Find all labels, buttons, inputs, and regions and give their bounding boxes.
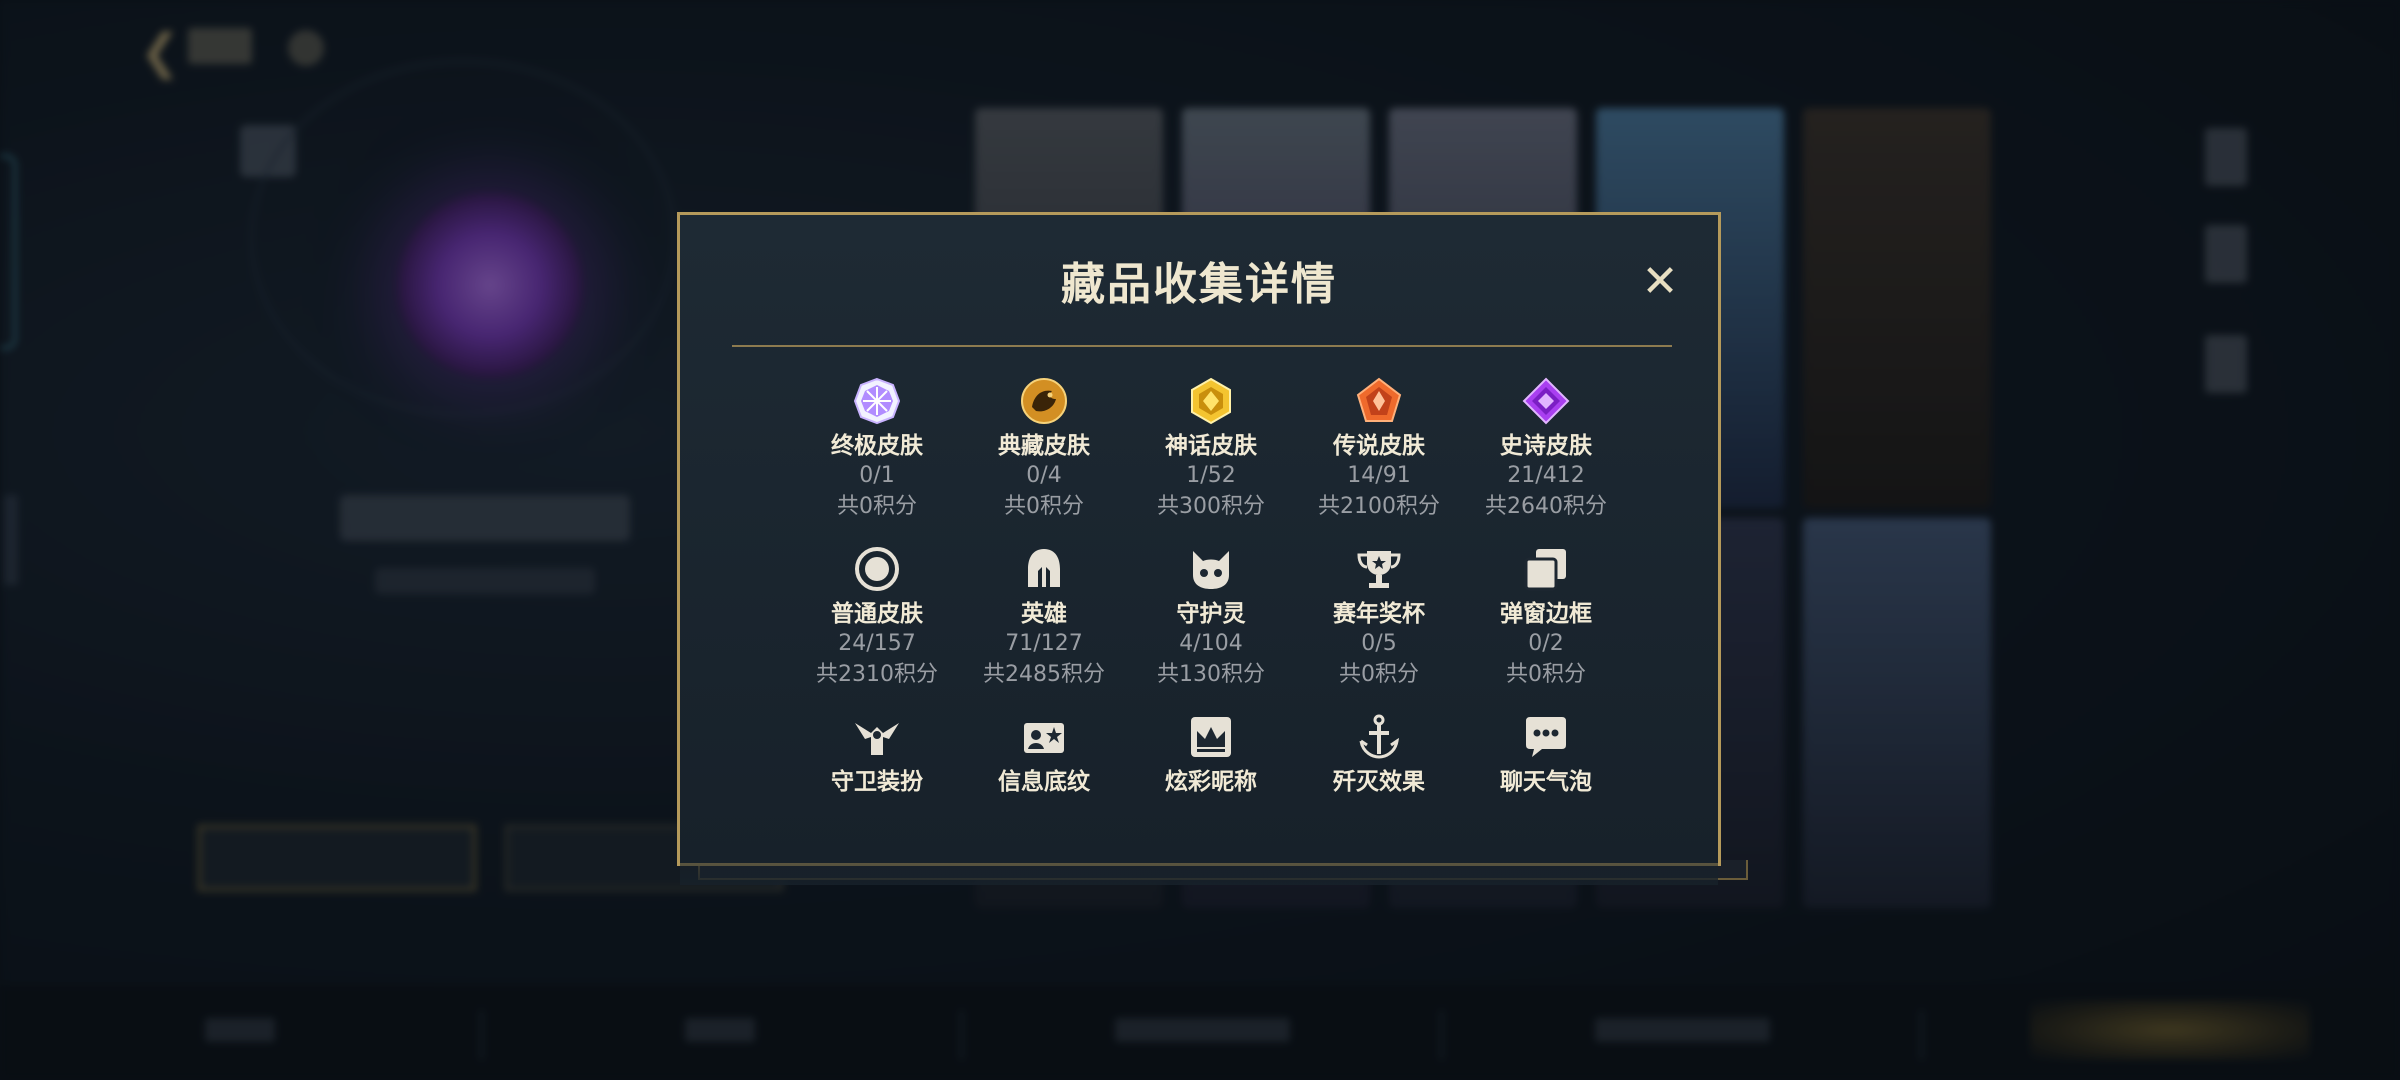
collection-item-count: 14/91: [1347, 463, 1411, 488]
collection-item-points: 共0积分: [837, 494, 917, 519]
collection-item[interactable]: 聊天气泡: [1462, 711, 1630, 797]
collection-item[interactable]: 赛年奖杯 0/5 共0积分: [1295, 543, 1463, 691]
collection-item-points: 共0积分: [1339, 662, 1419, 687]
collection-details-modal: 藏品收集详情 ✕ 终极皮肤 0/1 共0积分 典藏皮肤 0/4 共0积分 神话皮肤 1/52 共…: [677, 212, 1721, 885]
collection-item-points: 共2100积分: [1318, 494, 1440, 519]
collection-item-label: 英雄: [1021, 601, 1067, 627]
normal-skin-icon: [851, 543, 903, 595]
collection-item-points: 共0积分: [1506, 662, 1586, 687]
collection-item[interactable]: 传说皮肤 14/91 共2100积分: [1295, 375, 1463, 523]
guard-outfit-icon: [851, 711, 903, 763]
treasure-skin-icon: [1018, 375, 1070, 427]
scroll-fade: [680, 820, 1718, 885]
epic-skin-icon: [1520, 375, 1572, 427]
collection-item[interactable]: 终极皮肤 0/1 共0积分: [793, 375, 961, 523]
crown-nameplate-icon: [1185, 711, 1237, 763]
collection-item-label: 普通皮肤: [831, 601, 923, 627]
close-button[interactable]: ✕: [1638, 260, 1682, 304]
collection-item-count: 0/2: [1528, 631, 1564, 656]
ultimate-skin-icon: [851, 375, 903, 427]
collection-item-label: 赛年奖杯: [1333, 601, 1425, 627]
collection-item-count: 21/412: [1507, 463, 1585, 488]
collection-item-label: 神话皮肤: [1165, 433, 1257, 459]
chat-bubble-icon: [1520, 711, 1572, 763]
collection-item-count: 0/5: [1361, 631, 1397, 656]
collection-item[interactable]: 典藏皮肤 0/4 共0积分: [960, 375, 1128, 523]
trophy-icon: [1353, 543, 1405, 595]
collection-item-count: 1/52: [1186, 463, 1236, 488]
anchor-effect-icon: [1353, 711, 1405, 763]
collection-item[interactable]: 神话皮肤 1/52 共300积分: [1127, 375, 1295, 523]
collection-item-points: 共300积分: [1157, 494, 1265, 519]
guardian-pet-icon: [1185, 543, 1237, 595]
collection-item-label: 典藏皮肤: [998, 433, 1090, 459]
legendary-skin-icon: [1353, 375, 1405, 427]
collection-item-label: 传说皮肤: [1333, 433, 1425, 459]
collection-item-count: 24/157: [838, 631, 916, 656]
collection-item-label: 守卫装扮: [831, 769, 923, 795]
collection-item-label: 史诗皮肤: [1500, 433, 1592, 459]
collection-item[interactable]: 守卫装扮: [793, 711, 961, 797]
collection-item-points: 共2640积分: [1485, 494, 1607, 519]
title-divider: [732, 345, 1672, 347]
popup-frame-icon: [1520, 543, 1572, 595]
collection-item-label: 歼灭效果: [1333, 769, 1425, 795]
mythic-skin-icon: [1185, 375, 1237, 427]
collection-item-label: 弹窗边框: [1500, 601, 1592, 627]
collection-item[interactable]: 英雄 71/127 共2485积分: [960, 543, 1128, 691]
collection-item[interactable]: 守护灵 4/104 共130积分: [1127, 543, 1295, 691]
collection-item-count: 4/104: [1179, 631, 1243, 656]
collection-item-label: 信息底纹: [998, 769, 1090, 795]
collection-item-count: 0/4: [1026, 463, 1062, 488]
collection-item-points: 共2310积分: [816, 662, 938, 687]
collection-item-points: 共130积分: [1157, 662, 1265, 687]
collection-item[interactable]: 普通皮肤 24/157 共2310积分: [793, 543, 961, 691]
collection-item[interactable]: 史诗皮肤 21/412 共2640积分: [1462, 375, 1630, 523]
collection-item-label: 聊天气泡: [1500, 769, 1592, 795]
collection-item-label: 终极皮肤: [831, 433, 923, 459]
collection-item-points: 共0积分: [1004, 494, 1084, 519]
collection-item[interactable]: 炫彩昵称: [1127, 711, 1295, 797]
collection-item-count: 71/127: [1005, 631, 1083, 656]
collection-grid: 终极皮肤 0/1 共0积分 典藏皮肤 0/4 共0积分 神话皮肤 1/52 共300积分 传说皮肤…: [680, 375, 1718, 885]
info-card-icon: [1018, 711, 1070, 763]
collection-item-label: 守护灵: [1176, 601, 1246, 627]
modal-title: 藏品收集详情: [1061, 259, 1337, 310]
collection-item[interactable]: 弹窗边框 0/2 共0积分: [1462, 543, 1630, 691]
collection-item-count: 0/1: [859, 463, 895, 488]
collection-item-points: 共2485积分: [983, 662, 1105, 687]
hero-helmet-icon: [1018, 543, 1070, 595]
collection-item[interactable]: 信息底纹: [960, 711, 1128, 797]
collection-item[interactable]: 歼灭效果: [1295, 711, 1463, 797]
collection-item-label: 炫彩昵称: [1165, 769, 1257, 795]
